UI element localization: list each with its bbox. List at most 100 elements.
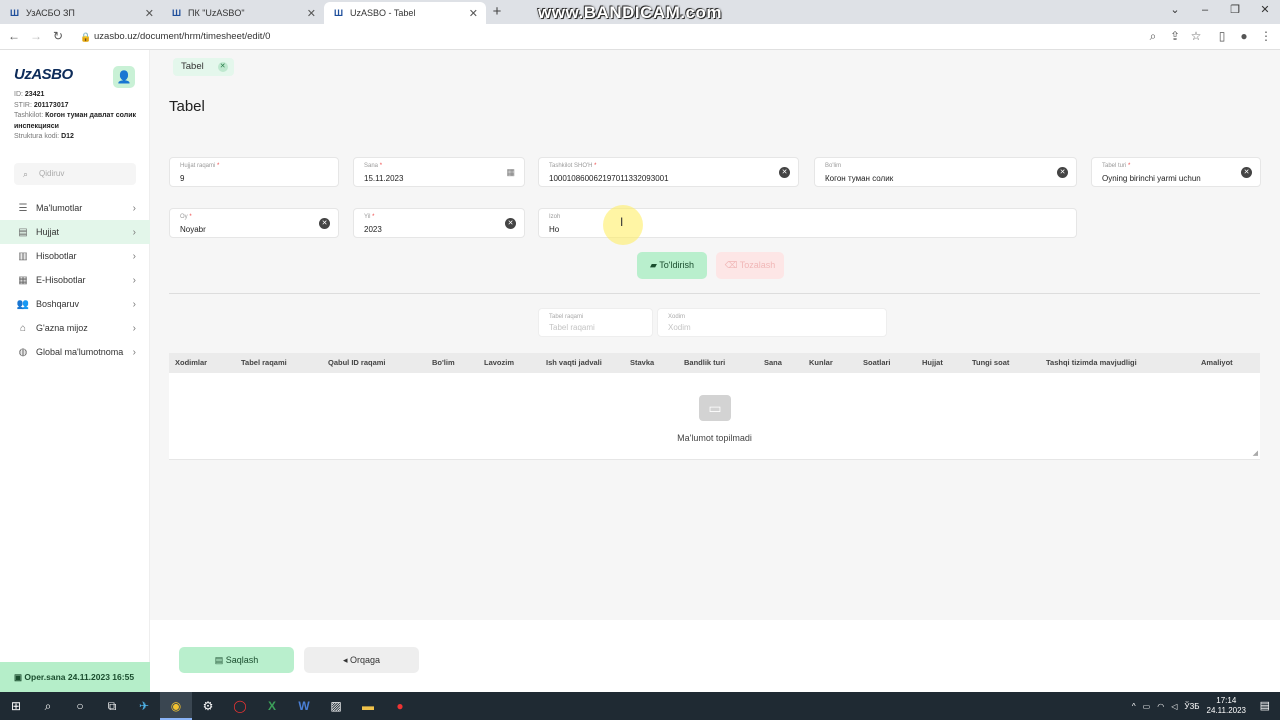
window-close-icon[interactable]: ✕ bbox=[1250, 0, 1280, 22]
column-header[interactable]: Bo'lim bbox=[432, 353, 455, 373]
column-header[interactable]: Stavka bbox=[630, 353, 654, 373]
sidebar-item-hujjat[interactable]: ▤ Hujjat › bbox=[0, 220, 150, 244]
tabel-number-filter[interactable]: Tabel raqami Tabel raqami bbox=[538, 308, 653, 337]
search-icon[interactable]: ⌕ bbox=[32, 692, 64, 720]
back-button[interactable]: ◂ Orqaga bbox=[304, 647, 419, 673]
side-panel-icon[interactable]: ▯ bbox=[1214, 29, 1230, 43]
excel-icon[interactable]: X bbox=[256, 692, 288, 720]
department-field[interactable]: Bo'lim Когон туман солик ✕ bbox=[814, 157, 1077, 187]
chrome-icon[interactable]: ◉ bbox=[160, 692, 192, 720]
sidebar-search-input[interactable]: ⌕ Qidiruv bbox=[14, 163, 136, 185]
column-header[interactable]: Hujjat bbox=[922, 353, 943, 373]
column-header[interactable]: Lavozim bbox=[484, 353, 514, 373]
clear-icon[interactable]: ✕ bbox=[1057, 167, 1068, 178]
clock[interactable]: 17:14 24.11.2023 bbox=[1207, 696, 1246, 716]
column-header[interactable]: Tabel raqami bbox=[241, 353, 287, 373]
browser-tab-1[interactable]: Ш УзАСБО ЗП ✕ bbox=[0, 2, 162, 24]
opera-icon[interactable]: ◯ bbox=[224, 692, 256, 720]
cortana-icon[interactable]: ○ bbox=[64, 692, 96, 720]
volume-icon[interactable]: ◁ bbox=[1171, 702, 1177, 711]
notification-icon[interactable]: ▤ bbox=[1260, 699, 1270, 712]
telegram-icon[interactable]: ✈ bbox=[128, 692, 160, 720]
sidebar-item-global-malumotnoma[interactable]: ◍ Global ma'lumotnoma › bbox=[0, 340, 150, 364]
search-icon: ⌕ bbox=[23, 169, 29, 179]
profile-icon[interactable]: ● bbox=[1236, 29, 1252, 43]
close-icon[interactable]: ✕ bbox=[307, 7, 316, 20]
clear-button[interactable]: ⌫ Tozalash bbox=[716, 252, 784, 279]
fill-button[interactable]: ▰ To'ldirish bbox=[637, 252, 707, 279]
column-header[interactable]: Kunlar bbox=[809, 353, 833, 373]
network-icon[interactable]: ▭ bbox=[1143, 702, 1151, 711]
column-header[interactable]: Amaliyot bbox=[1201, 353, 1233, 373]
minimize-icon[interactable]: – bbox=[1190, 0, 1220, 22]
page-title: Tabel bbox=[169, 98, 205, 115]
tab-close-icon[interactable]: ✕ bbox=[217, 62, 228, 72]
year-field[interactable]: Yil * 2023 ✕ bbox=[353, 208, 525, 238]
bandicam-record-icon[interactable]: ● bbox=[384, 692, 416, 720]
save-button[interactable]: ▤ Saqlash bbox=[179, 647, 294, 673]
uzasbo-favicon-icon: Ш bbox=[10, 8, 20, 18]
tab-list-chevron-icon[interactable]: ⌄ bbox=[1160, 0, 1190, 22]
user-avatar-icon[interactable]: 👤 bbox=[113, 66, 135, 88]
close-icon[interactable]: ✕ bbox=[145, 7, 154, 20]
new-tab-plus-icon[interactable]: + bbox=[486, 2, 508, 24]
org-label: Tashkilot: bbox=[14, 112, 44, 119]
employee-filter[interactable]: Xodim Xodim bbox=[657, 308, 887, 337]
sidebar-item-e-hisobotlar[interactable]: ▦ E-Hisobotlar › bbox=[0, 268, 150, 292]
browser-tab-3[interactable]: Ш UzASBO - Tabel ✕ bbox=[324, 2, 486, 24]
chevron-right-icon: › bbox=[132, 346, 136, 358]
required-mark: * bbox=[189, 214, 192, 220]
back-arrow-icon[interactable]: ← bbox=[6, 29, 22, 43]
clear-icon[interactable]: ✕ bbox=[505, 218, 516, 229]
date-field[interactable]: Sana * 15.11.2023 ▦ bbox=[353, 157, 525, 187]
resize-handle-icon[interactable]: ◢ bbox=[1253, 449, 1258, 457]
page-tab-tabel[interactable]: Tabel ✕ bbox=[173, 58, 234, 76]
address-bar[interactable]: 🔒 uzasbo.uz/document/hrm/timesheet/edit/… bbox=[74, 27, 1214, 47]
file-explorer-icon[interactable]: ▬ bbox=[352, 692, 384, 720]
close-icon[interactable]: ✕ bbox=[469, 7, 478, 20]
bookmark-star-icon[interactable]: ☆ bbox=[1188, 29, 1204, 43]
sidebar-item-malumotlar[interactable]: ☰ Ma'lumotlar › bbox=[0, 196, 150, 220]
forward-arrow-icon[interactable]: → bbox=[28, 29, 44, 43]
task-view-icon[interactable]: ⧉ bbox=[96, 692, 128, 720]
e-report-icon: ▦ bbox=[18, 274, 28, 286]
zoom-icon[interactable]: ⌕ bbox=[1145, 29, 1161, 44]
clear-icon[interactable]: ✕ bbox=[779, 167, 790, 178]
column-header[interactable]: Ish vaqti jadvali bbox=[546, 353, 602, 373]
clear-icon[interactable]: ✕ bbox=[1241, 167, 1252, 178]
app-icon[interactable]: ⚙ bbox=[192, 692, 224, 720]
column-header[interactable]: Bandlik turi bbox=[684, 353, 725, 373]
input-language[interactable]: ЎЗБ bbox=[1184, 702, 1199, 711]
word-icon[interactable]: W bbox=[288, 692, 320, 720]
empty-state-text: Ma'lumot topilmadi bbox=[677, 433, 752, 443]
column-header[interactable]: Sana bbox=[764, 353, 782, 373]
column-header[interactable]: Tashqi tizimda mavjudligi bbox=[1046, 353, 1137, 373]
restore-icon[interactable]: ❐ bbox=[1220, 0, 1250, 22]
browser-tab-2[interactable]: Ш ПК "UzASBO" ✕ bbox=[162, 2, 324, 24]
sidebar-item-gazna-mijoz[interactable]: ⌂ G'azna mijoz › bbox=[0, 316, 150, 340]
column-header[interactable]: Qabul ID raqami bbox=[328, 353, 386, 373]
tabel-type-field[interactable]: Tabel turi * Oyning birinchi yarmi uchun… bbox=[1091, 157, 1261, 187]
filter-placeholder: Tabel raqami bbox=[549, 323, 595, 332]
oper-date-text: Oper.sana 24.11.2023 16:55 bbox=[24, 672, 135, 682]
clear-icon[interactable]: ✕ bbox=[319, 218, 330, 229]
sidebar-item-hisobotlar[interactable]: ▥ Hisobotlar › bbox=[0, 244, 150, 268]
more-menu-icon[interactable]: ⋮ bbox=[1258, 29, 1274, 43]
reload-icon[interactable]: ↻ bbox=[50, 29, 66, 43]
image-viewer-icon[interactable]: ▨ bbox=[320, 692, 352, 720]
oper-date-bar: ▣ Oper.sana 24.11.2023 16:55 bbox=[0, 662, 150, 692]
org-account-field[interactable]: Tashkilot SHO'H * 1000108600621970113320… bbox=[538, 157, 799, 187]
tray-chevron-icon[interactable]: ^ bbox=[1132, 702, 1136, 711]
text-cursor-icon: I bbox=[620, 215, 624, 229]
calendar-icon[interactable]: ▦ bbox=[506, 167, 515, 178]
doc-number-field[interactable]: Hujjat raqami * 9 bbox=[169, 157, 339, 187]
month-field[interactable]: Oy * Noyabr ✕ bbox=[169, 208, 339, 238]
column-header[interactable]: Tungi soat bbox=[972, 353, 1009, 373]
wifi-icon[interactable]: ◠ bbox=[1157, 702, 1164, 711]
sidebar-item-boshqaruv[interactable]: 👥 Boshqaruv › bbox=[0, 292, 150, 316]
column-header[interactable]: Xodimlar bbox=[175, 353, 207, 373]
bandicam-watermark: www.BANDICAM.com bbox=[538, 3, 722, 22]
windows-start-icon[interactable]: ⊞ bbox=[0, 692, 32, 720]
share-icon[interactable]: ⇪ bbox=[1167, 29, 1183, 43]
column-header[interactable]: Soatlari bbox=[863, 353, 891, 373]
